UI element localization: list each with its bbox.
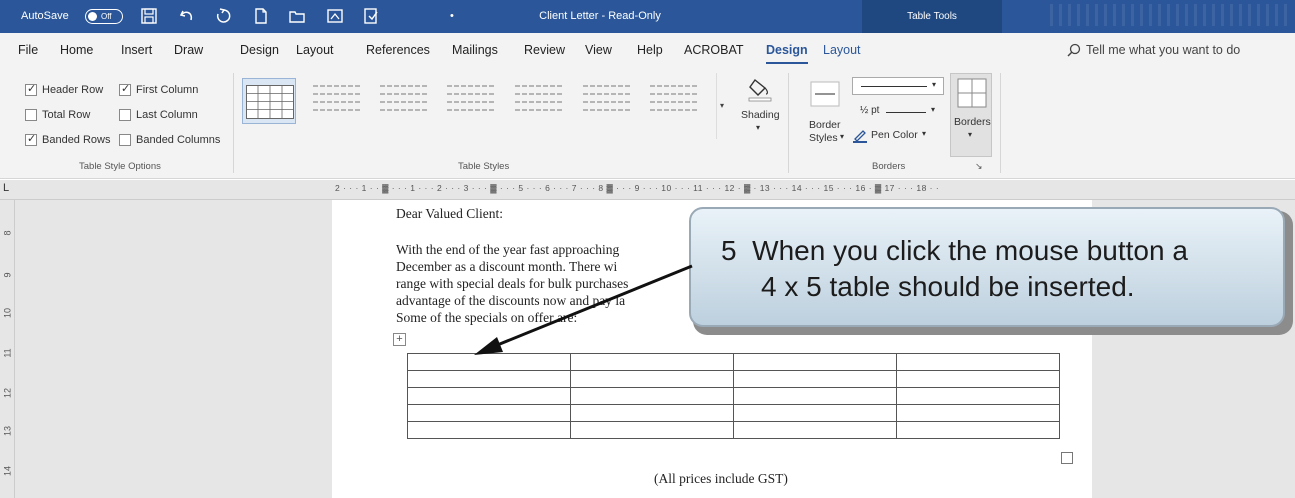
pointer-arrow-icon (474, 264, 693, 355)
